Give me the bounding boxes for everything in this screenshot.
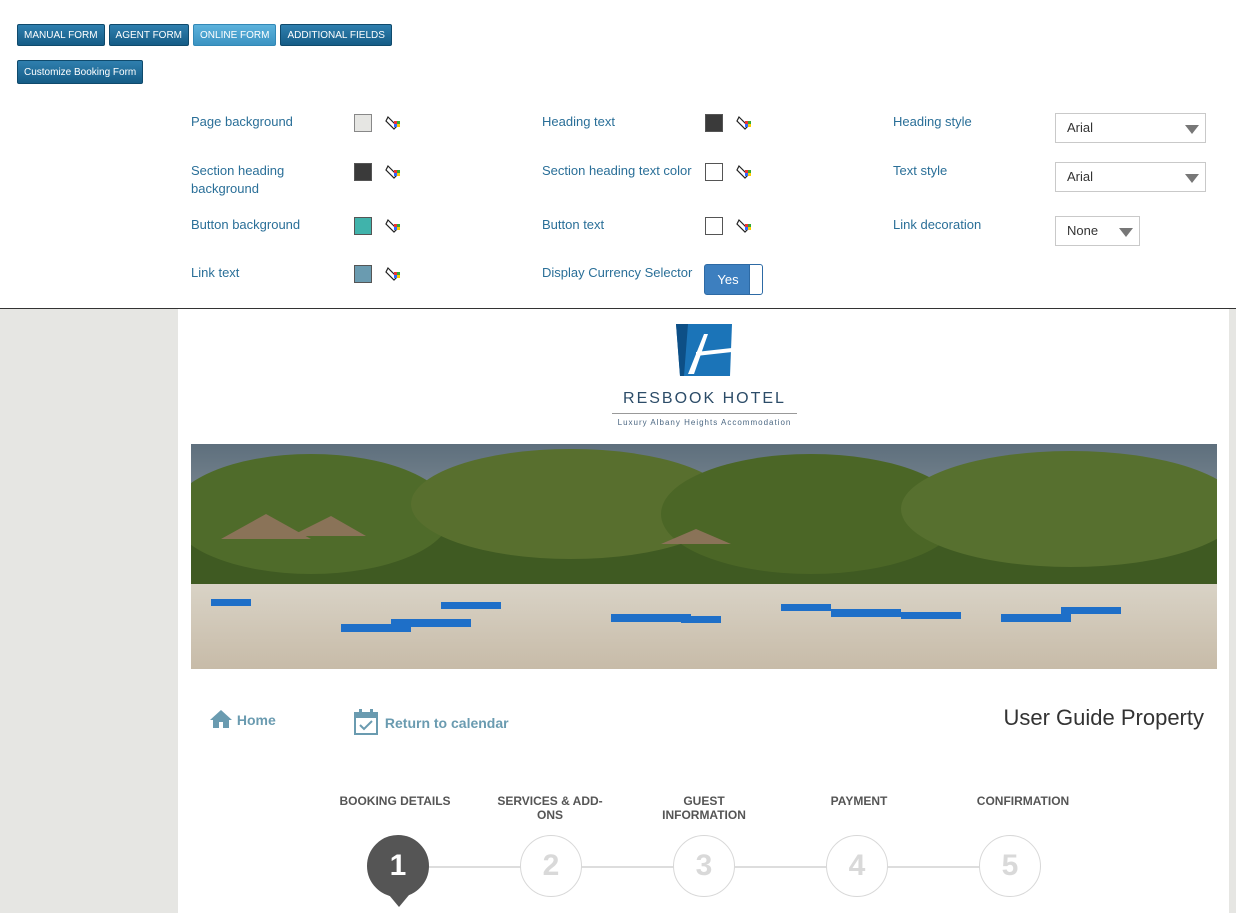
page-background-label: Page background: [191, 114, 293, 129]
customize-booking-form-button[interactable]: Customize Booking Form: [17, 60, 144, 84]
active-step-pointer: [389, 895, 409, 907]
step-2-circle[interactable]: 2: [520, 835, 582, 897]
heading-style-select[interactable]: Arial: [1055, 113, 1206, 143]
dropdown-arrow-icon: [1119, 228, 1133, 237]
brand-tagline: Luxury Albany Heights Accommodation: [617, 418, 792, 427]
text-style-select[interactable]: Arial: [1055, 162, 1206, 192]
link-decoration-label: Link decoration: [893, 217, 982, 232]
currency-selector-toggle[interactable]: Yes: [704, 264, 763, 295]
color-picker-icon[interactable]: [385, 115, 401, 131]
step-label-guest-information: GUEST INFORMATION: [662, 794, 746, 822]
brand-divider: [612, 413, 797, 414]
button-background-swatch[interactable]: [354, 217, 372, 235]
text-style-label: Text style: [893, 163, 948, 178]
tab-manual-form[interactable]: MANUAL FORM: [17, 24, 105, 46]
property-title: User Guide Property: [1003, 705, 1204, 730]
preview-page-background: [0, 309, 178, 913]
hotel-logo-icon: [676, 324, 732, 376]
text-style-value: Arial: [1067, 169, 1094, 184]
color-picker-icon[interactable]: [736, 164, 752, 180]
color-picker-icon[interactable]: [385, 266, 401, 282]
color-picker-icon[interactable]: [385, 164, 401, 180]
preview-page-background-right: [1229, 309, 1236, 913]
button-text-swatch[interactable]: [705, 217, 723, 235]
section-heading-background-label: Section heading background: [191, 163, 285, 196]
dropdown-arrow-icon: [1185, 125, 1199, 134]
tab-additional-fields[interactable]: ADDITIONAL FIELDS: [280, 24, 392, 46]
nav-home-link[interactable]: Home: [209, 709, 276, 729]
link-text-swatch[interactable]: [354, 265, 372, 283]
color-picker-icon[interactable]: [736, 218, 752, 234]
brand-name: RESBOOK HOTEL: [623, 390, 786, 407]
page-background-swatch[interactable]: [354, 114, 372, 132]
link-decoration-select[interactable]: None: [1055, 216, 1140, 246]
display-currency-selector-label: Display Currency Selector: [542, 265, 693, 280]
toggle-state: Yes: [717, 272, 739, 287]
tab-agent-form[interactable]: AGENT FORM: [108, 24, 190, 46]
nav-home-label: Home: [236, 712, 276, 728]
color-picker-icon[interactable]: [736, 115, 752, 131]
link-decoration-value: None: [1067, 223, 1099, 238]
section-heading-text-color-label: Section heading text color: [542, 163, 692, 178]
step-label-confirmation: CONFIRMATION: [976, 794, 1070, 808]
color-picker-icon[interactable]: [385, 218, 401, 234]
step-label-services-add-ons: SERVICES & ADD-ONS: [497, 794, 603, 822]
divider: [0, 308, 1236, 309]
calendar-check-icon: [354, 709, 378, 735]
toggle-knob: [749, 265, 762, 294]
step-4-circle[interactable]: 4: [826, 835, 888, 897]
step-label-booking-details: BOOKING DETAILS: [339, 794, 451, 808]
heading-style-value: Arial: [1067, 120, 1094, 135]
button-text-label: Button text: [542, 217, 605, 232]
beach-banner-image: [191, 444, 1217, 669]
nav-return-calendar-link[interactable]: Return to calendar: [353, 709, 509, 735]
button-background-label: Button background: [191, 217, 301, 232]
form-tabs: MANUAL FORM AGENT FORM ONLINE FORM ADDIT…: [17, 24, 392, 46]
step-label-payment: PAYMENT: [830, 794, 888, 808]
step-3-circle[interactable]: 3: [673, 835, 735, 897]
step-1-circle[interactable]: 1: [367, 835, 429, 897]
link-text-label: Link text: [191, 265, 240, 280]
heading-style-label: Heading style: [893, 114, 972, 129]
section-heading-background-swatch[interactable]: [354, 163, 372, 181]
heading-text-label: Heading text: [542, 114, 615, 129]
nav-calendar-label: Return to calendar: [384, 715, 509, 731]
heading-text-swatch[interactable]: [705, 114, 723, 132]
tab-online-form[interactable]: ONLINE FORM: [193, 24, 277, 46]
dropdown-arrow-icon: [1185, 174, 1199, 183]
step-5-circle[interactable]: 5: [979, 835, 1041, 897]
section-heading-text-color-swatch[interactable]: [705, 163, 723, 181]
home-icon: [210, 710, 232, 728]
